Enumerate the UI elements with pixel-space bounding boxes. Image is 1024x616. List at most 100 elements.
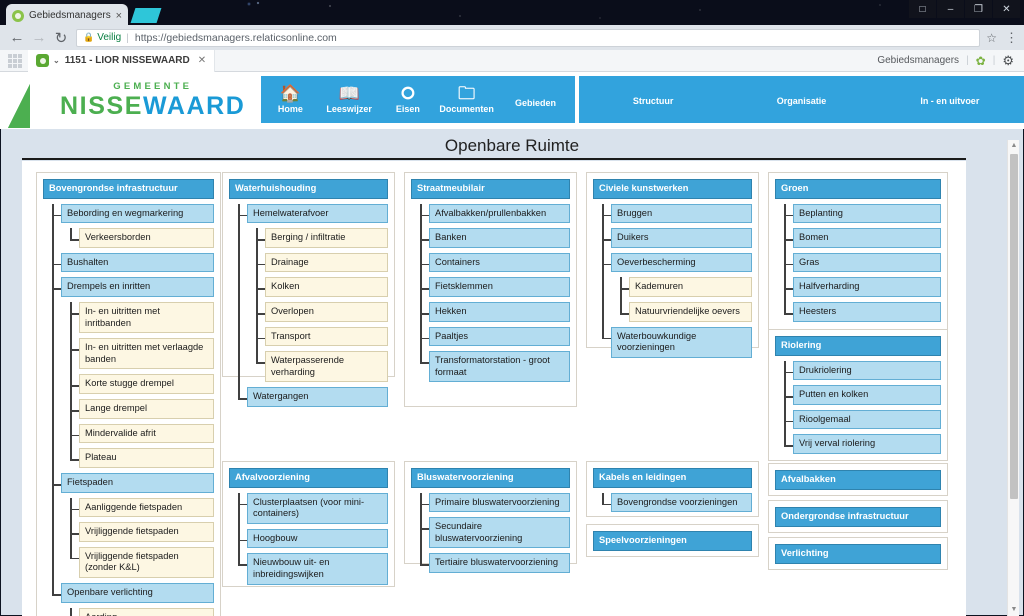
- nav-item-structuur[interactable]: Structuur: [579, 96, 727, 123]
- tree-node[interactable]: Hoogbouw: [247, 528, 388, 549]
- tree-node[interactable]: Primaire bluswatervoorziening: [429, 492, 570, 513]
- tree-node[interactable]: Kademuren: [629, 277, 752, 298]
- tree-node[interactable]: Watergangen: [247, 387, 388, 408]
- settings-gear-icon[interactable]: ⚙: [1002, 53, 1014, 69]
- tree-node[interactable]: Heesters: [793, 302, 941, 322]
- tree-node[interactable]: Mindervalide afrit: [79, 423, 214, 444]
- tree-node-root[interactable]: Civiele kunstwerken: [593, 179, 752, 199]
- tree-node[interactable]: Vrij verval riolering: [793, 434, 941, 455]
- tree-node-root[interactable]: Speelvoorzieningen: [593, 531, 752, 551]
- tree-node[interactable]: Transformatorstation - groot formaat: [429, 351, 570, 383]
- browser-navbar: ← → ↻ 🔒 Veilig | https://gebiedsmanagers…: [0, 25, 1024, 50]
- col-kabels-en-leidingen: Kabels en leidingen Bovengrondse voorzien…: [586, 461, 759, 517]
- tree-node[interactable]: Bebording en wegmarkering: [61, 203, 214, 224]
- tree-node[interactable]: Lange drempel: [79, 399, 214, 419]
- tree-node-root[interactable]: Ondergrondse infrastructuur: [775, 507, 941, 527]
- tree-node-root[interactable]: Afvalbakken: [775, 470, 941, 490]
- tree-node-root[interactable]: Waterhuishouding: [229, 179, 388, 199]
- browser-menu-icon[interactable]: ⋮: [1005, 30, 1018, 46]
- tree-node[interactable]: Nieuwbouw uit- en inbreidingswijken: [247, 553, 388, 585]
- nav-item-documenten[interactable]: 🗀 Documenten: [437, 85, 496, 123]
- tree-node[interactable]: Bovengrondse voorzieningen: [611, 492, 752, 513]
- apps-grid-icon[interactable]: [8, 53, 22, 68]
- tree-node[interactable]: Clusterplaatsen (voor mini-containers): [247, 492, 388, 524]
- tree-node[interactable]: In- en uitritten met verlaagde banden: [79, 338, 214, 370]
- tree-node-root[interactable]: Verlichting: [775, 544, 941, 564]
- tree-node[interactable]: Hemelwaterafvoer: [247, 203, 388, 224]
- tree-node[interactable]: Openbare verlichting: [61, 582, 214, 603]
- tree-node[interactable]: Containers: [429, 252, 570, 273]
- tree-node[interactable]: Rioolgemaal: [793, 409, 941, 430]
- tree-node[interactable]: Gras: [793, 252, 941, 273]
- tree-node[interactable]: Secundaire bluswatervoorziening: [429, 517, 570, 549]
- tree-node[interactable]: Fietspaden: [61, 472, 214, 493]
- tree-node[interactable]: Drempels en inritten: [61, 277, 214, 298]
- bookmark-star-icon[interactable]: ☆: [986, 31, 997, 45]
- relatics-logo-icon[interactable]: ✿: [976, 54, 986, 68]
- tree-node[interactable]: Plateau: [79, 448, 214, 468]
- tree-node[interactable]: Drukriolering: [793, 360, 941, 381]
- tree-node-root[interactable]: Kabels en leidingen: [593, 468, 752, 488]
- tree-node[interactable]: Aarding: [79, 607, 214, 616]
- scroll-up-icon[interactable]: ▲: [1008, 140, 1020, 152]
- project-tab-close-icon[interactable]: ✕: [198, 55, 206, 66]
- close-window-button[interactable]: ✕: [993, 0, 1020, 18]
- tree-node[interactable]: Banken: [429, 228, 570, 248]
- nav-item-home[interactable]: 🏠 Home: [261, 85, 320, 123]
- tree-node[interactable]: Verkeersborden: [79, 228, 214, 248]
- tree-node-root[interactable]: Groen: [775, 179, 941, 199]
- tree-node[interactable]: Kolken: [265, 277, 388, 298]
- tree-node[interactable]: Berging / infiltratie: [265, 228, 388, 248]
- nav-item-leeswijzer[interactable]: 📖 Leeswijzer: [320, 85, 379, 123]
- tree-node-root[interactable]: Straatmeubilair: [411, 179, 570, 199]
- tree-node[interactable]: Waterbouwkundige voorzieningen: [611, 326, 752, 358]
- tree-node[interactable]: Putten en kolken: [793, 385, 941, 405]
- tree-node[interactable]: Halfverharding: [793, 277, 941, 298]
- minimize-button[interactable]: –: [937, 0, 964, 18]
- nav-item-eisen[interactable]: ⭘ Eisen: [379, 85, 438, 123]
- tree-node[interactable]: Natuurvriendelijke oevers: [629, 302, 752, 322]
- project-tab[interactable]: ⌄ 1151 - LIOR NISSEWAARD ✕: [28, 49, 216, 72]
- reload-icon[interactable]: ↻: [50, 29, 72, 47]
- tree-node[interactable]: Drainage: [265, 252, 388, 273]
- account-button[interactable]: □: [909, 0, 936, 18]
- tree-node[interactable]: Oeverbescherming: [611, 252, 752, 273]
- tree-node[interactable]: Waterpasserende verharding: [265, 351, 388, 383]
- tree-node[interactable]: Duikers: [611, 228, 752, 248]
- nav-item-in-en-uitvoer[interactable]: In - en uitvoer: [876, 96, 1024, 123]
- tree-branch: Beplanting: [784, 203, 941, 224]
- chevron-down-icon[interactable]: ⌄: [53, 56, 60, 65]
- tree-node[interactable]: Bruggen: [611, 203, 752, 224]
- tree-node[interactable]: Bomen: [793, 228, 941, 248]
- tree-node[interactable]: Paaltjes: [429, 326, 570, 347]
- tree-node-root[interactable]: Bovengrondse infrastructuur: [43, 179, 214, 199]
- tree-node[interactable]: Vrijliggende fietspaden: [79, 522, 214, 542]
- page-scrollbar[interactable]: ▲ ▼: [1007, 140, 1019, 616]
- new-tab-button[interactable]: [130, 8, 162, 23]
- address-bar[interactable]: 🔒 Veilig | https://gebiedsmanagers.relat…: [76, 28, 981, 47]
- tree-node[interactable]: Korte stugge drempel: [79, 374, 214, 395]
- nav-item-organisatie[interactable]: Organisatie: [727, 96, 875, 123]
- tree-node[interactable]: Fietsklemmen: [429, 277, 570, 298]
- forward-icon[interactable]: →: [28, 29, 50, 46]
- tab-close-icon[interactable]: ×: [112, 10, 122, 22]
- back-icon[interactable]: ←: [6, 29, 28, 46]
- tree-node[interactable]: In- en uitritten met inritbanden: [79, 302, 214, 334]
- tree-node[interactable]: Bushalten: [61, 252, 214, 273]
- tree-node[interactable]: Vrijliggende fietspaden (zonder K&L): [79, 546, 214, 578]
- tree-node[interactable]: Beplanting: [793, 203, 941, 224]
- tree-node[interactable]: Hekken: [429, 302, 570, 322]
- tree-node[interactable]: Afvalbakken/prullenbakken: [429, 203, 570, 224]
- nav-item-gebieden[interactable]: Gebieden: [496, 98, 575, 123]
- tree-node[interactable]: Aanliggende fietspaden: [79, 497, 214, 518]
- tree-node-root[interactable]: Riolering: [775, 336, 941, 356]
- browser-tab[interactable]: Gebiedsmanagers ×: [6, 4, 128, 27]
- tree-node[interactable]: Tertiaire bluswatervoorziening: [429, 553, 570, 574]
- tree-node-root[interactable]: Bluswatervoorziening: [411, 468, 570, 488]
- tree-node-root[interactable]: Afvalvoorziening: [229, 468, 388, 488]
- scroll-down-icon[interactable]: ▼: [1008, 604, 1020, 616]
- tree-node[interactable]: Transport: [265, 326, 388, 347]
- scrollbar-thumb[interactable]: [1010, 154, 1018, 499]
- tree-node[interactable]: Overlopen: [265, 302, 388, 322]
- maximize-button[interactable]: ❐: [965, 0, 992, 18]
